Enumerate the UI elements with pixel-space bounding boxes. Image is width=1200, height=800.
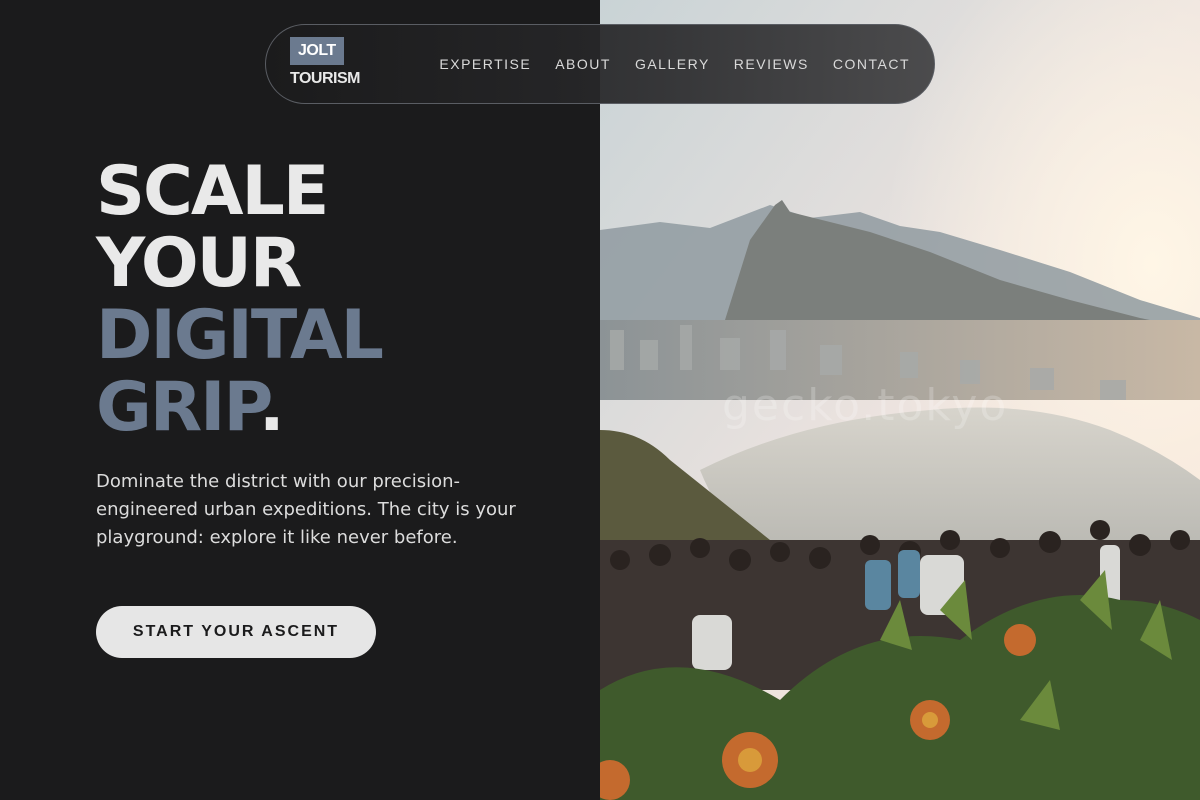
main-navbar: JOLT TOURISM EXPERTISE ABOUT GALLERY REV…: [265, 24, 935, 104]
headline-line-4: GRIP.: [96, 372, 382, 444]
headline-line-2: YOUR: [96, 224, 302, 303]
hero-description: Dominate the district with our precision…: [96, 471, 516, 548]
headline-line-1: SCALE: [96, 152, 329, 231]
nav-link-gallery[interactable]: GALLERY: [635, 56, 710, 72]
logo-wordmark: TOURISM: [290, 70, 360, 87]
start-ascent-button[interactable]: START YOUR ASCENT: [96, 606, 376, 658]
watermark-text: gecko.tokyo: [722, 380, 1009, 431]
logo-badge: JOLT: [290, 37, 344, 65]
nav-link-expertise[interactable]: EXPERTISE: [439, 56, 531, 72]
headline-period: .: [258, 368, 285, 447]
nav-menu: EXPERTISE ABOUT GALLERY REVIEWS CONTACT: [415, 56, 910, 72]
hero-headline: SCALE YOUR DIGITAL GRIP.: [96, 152, 384, 444]
nav-link-reviews[interactable]: REVIEWS: [734, 56, 809, 72]
headline-line-3: DIGITAL: [96, 296, 384, 375]
nav-link-contact[interactable]: CONTACT: [833, 56, 910, 72]
brand-logo[interactable]: JOLT TOURISM: [290, 37, 360, 88]
nav-link-about[interactable]: ABOUT: [555, 56, 611, 72]
headline-line-4-text: GRIP: [96, 368, 261, 447]
